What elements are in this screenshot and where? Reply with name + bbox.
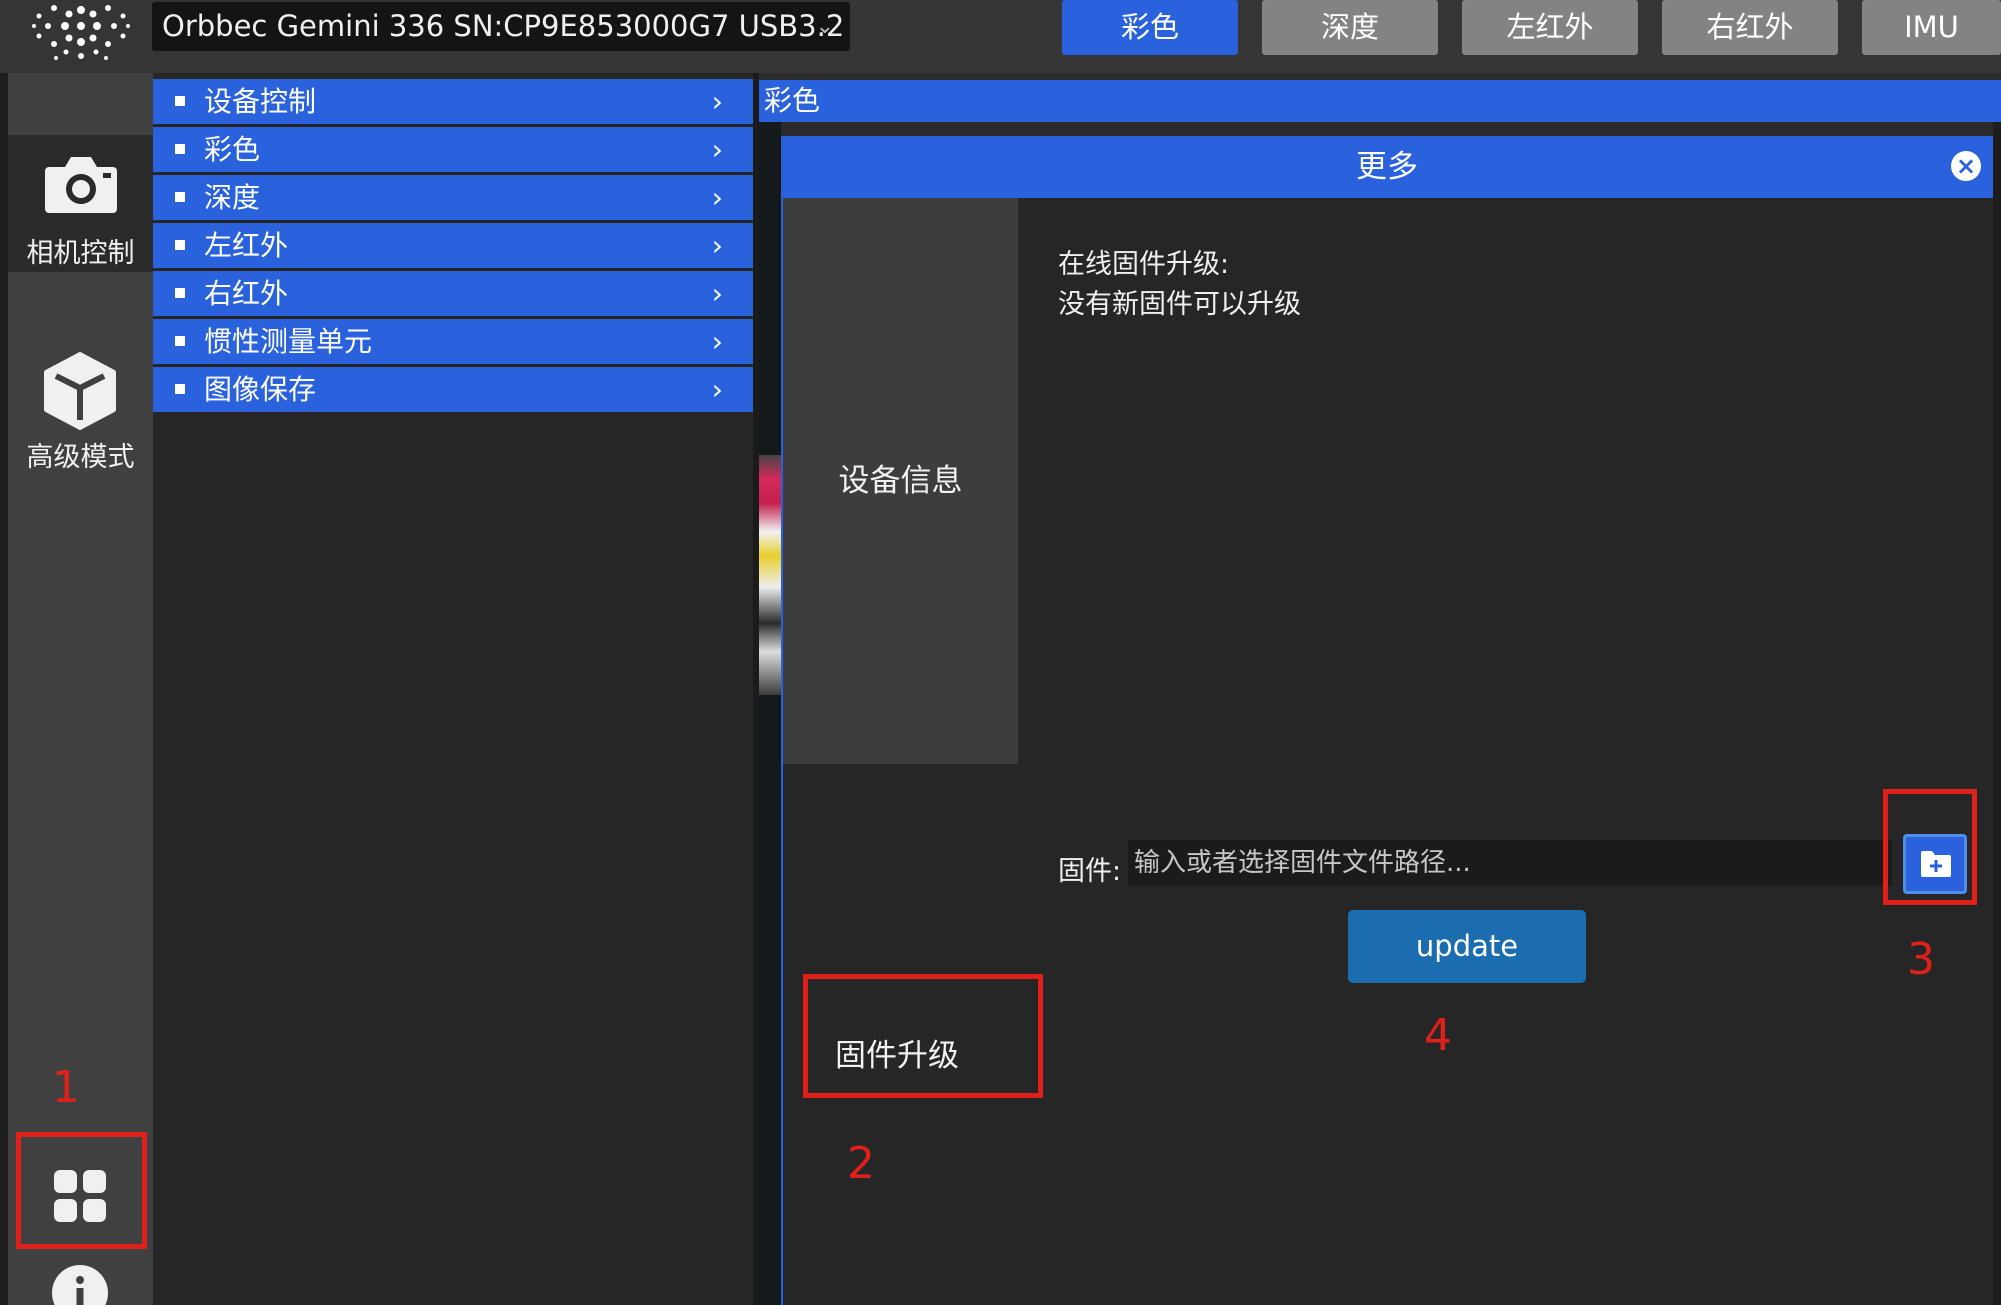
ctrl-item-color[interactable]: 彩色 › xyxy=(153,127,753,172)
info-icon xyxy=(52,1265,108,1305)
orbbec-logo-icon xyxy=(32,5,130,60)
tab-imu[interactable]: IMU xyxy=(1862,0,2001,55)
tab-left-ir[interactable]: 左红外 xyxy=(1462,0,1638,55)
rail-item-advanced-mode[interactable]: 高级模式 xyxy=(8,345,153,475)
chevron-right-icon: › xyxy=(711,277,723,310)
cube-icon xyxy=(44,352,116,430)
ctrl-item-label: 彩色 xyxy=(204,133,261,166)
annotation-number-3: 3 xyxy=(1907,934,1935,985)
chevron-right-icon: › xyxy=(711,181,723,214)
chevron-right-icon: › xyxy=(711,229,723,262)
ctrl-item-device-control[interactable]: 设备控制 › xyxy=(153,79,753,124)
chevron-right-icon: › xyxy=(711,133,723,166)
device-select-label: Orbbec Gemini 336 SN:CP9E853000G7 USB3.2 xyxy=(162,9,845,43)
annotation-number-1: 1 xyxy=(52,1062,80,1113)
stream-preview xyxy=(759,122,781,1305)
annotation-box-1 xyxy=(16,1132,147,1249)
online-upgrade-status: 没有新固件可以升级 xyxy=(1058,289,1301,320)
ctrl-item-label: 惯性测量单元 xyxy=(204,325,373,358)
ctrl-item-label: 图像保存 xyxy=(204,373,317,406)
ctrl-item-left-ir[interactable]: 左红外 › xyxy=(153,223,753,268)
info-button[interactable] xyxy=(51,1264,109,1305)
bullet-icon xyxy=(175,192,185,202)
tab-right-ir[interactable]: 右红外 xyxy=(1662,0,1838,55)
bullet-icon xyxy=(175,288,185,298)
annotation-box-3 xyxy=(1883,789,1977,905)
bullet-icon xyxy=(175,336,185,346)
camera-icon xyxy=(45,157,117,213)
ctrl-item-label: 深度 xyxy=(204,181,261,214)
bullet-icon xyxy=(175,144,185,154)
ctrl-item-depth[interactable]: 深度 › xyxy=(153,175,753,220)
ctrl-item-label: 右红外 xyxy=(204,277,289,310)
chevron-down-icon: ⌄ xyxy=(815,14,834,39)
annotation-number-2: 2 xyxy=(847,1138,875,1189)
ctrl-item-label: 左红外 xyxy=(204,229,289,262)
chevron-right-icon: › xyxy=(711,325,723,358)
stream-preview-image xyxy=(759,455,781,695)
rail-edge xyxy=(0,73,8,1305)
ctrl-item-label: 设备控制 xyxy=(204,85,317,118)
update-button[interactable]: update xyxy=(1348,910,1586,983)
ctrl-item-right-ir[interactable]: 右红外 › xyxy=(153,271,753,316)
tab-device-info[interactable]: 设备信息 xyxy=(783,198,1018,764)
chevron-right-icon: › xyxy=(711,85,723,118)
dialog-title: 更多 xyxy=(781,136,1993,198)
ctrl-item-image-save[interactable]: 图像保存 › xyxy=(153,367,753,412)
rail-advanced-label: 高级模式 xyxy=(26,442,135,473)
firmware-label: 固件: xyxy=(1058,856,1122,887)
bullet-icon xyxy=(175,384,185,394)
device-select[interactable]: Orbbec Gemini 336 SN:CP9E853000G7 USB3.2… xyxy=(152,2,850,51)
right-edge xyxy=(1993,122,2001,1305)
online-upgrade-title: 在线固件升级: xyxy=(1058,249,1230,280)
bullet-icon xyxy=(175,96,185,106)
close-icon[interactable]: × xyxy=(1951,151,1981,181)
tab-depth[interactable]: 深度 xyxy=(1262,0,1438,55)
firmware-path-input[interactable] xyxy=(1128,840,1892,886)
annotation-box-2 xyxy=(803,974,1043,1098)
rail-item-camera-control[interactable]: 相机控制 xyxy=(8,135,153,272)
stream-header: 彩色 xyxy=(759,80,2001,122)
annotation-number-4: 4 xyxy=(1424,1010,1452,1061)
bullet-icon xyxy=(175,240,185,250)
chevron-right-icon: › xyxy=(711,373,723,406)
ctrl-item-imu[interactable]: 惯性测量单元 › xyxy=(153,319,753,364)
tab-color[interactable]: 彩色 xyxy=(1062,0,1238,55)
top-bar: Orbbec Gemini 336 SN:CP9E853000G7 USB3.2… xyxy=(0,0,2001,73)
rail-camera-label: 相机控制 xyxy=(26,238,135,269)
